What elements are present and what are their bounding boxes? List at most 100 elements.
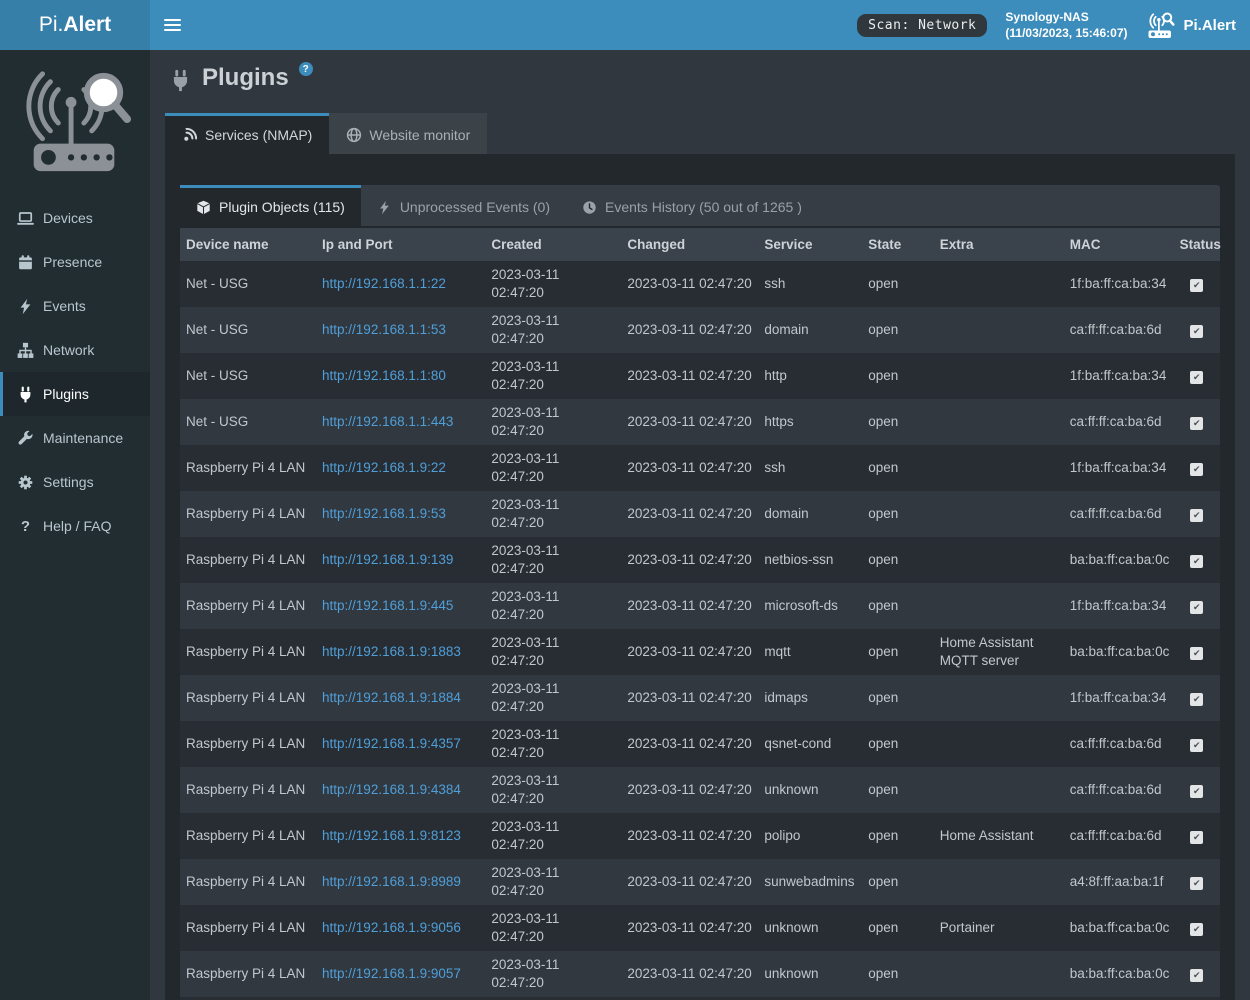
status-cell: ✔ <box>1174 491 1220 537</box>
status-checkbox[interactable]: ✔ <box>1190 693 1203 706</box>
ip-port-link[interactable]: http://192.168.1.9:4357 <box>322 736 461 751</box>
status-checkbox[interactable]: ✔ <box>1190 923 1203 936</box>
tab-events-history[interactable]: Events History (50 out of 1265 ) <box>566 185 818 226</box>
created-cell: 2023-03-11 02:47:20 <box>485 813 621 859</box>
extra-cell <box>934 675 1064 721</box>
device-name-cell: Raspberry Pi 4 LAN <box>180 583 316 629</box>
created-cell: 2023-03-11 02:47:20 <box>485 583 621 629</box>
status-checkbox[interactable]: ✔ <box>1190 371 1203 384</box>
column-header-created[interactable]: Created <box>485 228 621 261</box>
status-checkbox[interactable]: ✔ <box>1190 325 1203 338</box>
tab-website-monitor[interactable]: Website monitor <box>329 113 487 154</box>
cube-icon <box>196 200 211 215</box>
ip-port-link[interactable]: http://192.168.1.9:4384 <box>322 782 461 797</box>
sidebar-item-presence[interactable]: Presence <box>0 240 150 284</box>
status-checkbox[interactable]: ✔ <box>1190 647 1203 660</box>
tab-label: Services (NMAP) <box>205 127 312 143</box>
changed-cell: 2023-03-11 02:47:20 <box>621 951 758 997</box>
status-checkbox[interactable]: ✔ <box>1190 601 1203 614</box>
column-header-state[interactable]: State <box>862 228 934 261</box>
plugin-tabs: Services (NMAP) Website monitor <box>165 113 1235 154</box>
navbar-brand[interactable]: Pi.Alert <box>1145 11 1236 39</box>
device-name-cell: Raspberry Pi 4 LAN <box>180 905 316 951</box>
changed-cell: 2023-03-11 02:47:20 <box>621 445 758 491</box>
sidebar-item-plugins[interactable]: Plugins <box>0 372 150 416</box>
ip-port-cell: http://192.168.1.1:443 <box>316 399 485 445</box>
ip-port-link[interactable]: http://192.168.1.9:8123 <box>322 828 461 843</box>
state-cell: open <box>862 767 934 813</box>
ip-port-link[interactable]: http://192.168.1.9:1883 <box>322 644 461 659</box>
status-checkbox[interactable]: ✔ <box>1190 739 1203 752</box>
ip-port-link[interactable]: http://192.168.1.9:8989 <box>322 874 461 889</box>
ip-port-cell: http://192.168.1.9:4384 <box>316 767 485 813</box>
column-header-mac[interactable]: MAC <box>1064 228 1174 261</box>
status-checkbox[interactable]: ✔ <box>1190 969 1203 982</box>
sidebar-item-settings[interactable]: Settings <box>0 460 150 504</box>
tab-services-nmap[interactable]: Services (NMAP) <box>165 113 329 154</box>
sidebar-item-events[interactable]: Events <box>0 284 150 328</box>
ip-port-link[interactable]: http://192.168.1.9:22 <box>322 460 446 475</box>
mac-cell: ba:ba:ff:ca:ba:0c <box>1064 537 1174 583</box>
column-header-ip-port[interactable]: Ip and Port <box>316 228 485 261</box>
table-row: Raspberry Pi 4 LAN http://192.168.1.9:445… <box>180 583 1220 629</box>
ip-port-link[interactable]: http://192.168.1.1:22 <box>322 276 446 291</box>
tab-plugin-objects[interactable]: Plugin Objects (115) <box>180 185 361 226</box>
status-checkbox[interactable]: ✔ <box>1190 555 1203 568</box>
status-checkbox[interactable]: ✔ <box>1190 279 1203 292</box>
mac-cell: ba:ba:ff:ca:ba:0c <box>1064 629 1174 675</box>
sidebar-item-maintenance[interactable]: Maintenance <box>0 416 150 460</box>
ip-port-link[interactable]: http://192.168.1.9:139 <box>322 552 453 567</box>
top-bar: Pi.Alert Scan: Network Synology-NAS (11/… <box>0 0 1250 50</box>
tab-label: Unprocessed Events (0) <box>400 199 550 215</box>
extra-cell <box>934 859 1064 905</box>
status-cell: ✔ <box>1174 675 1220 721</box>
sidebar-item-devices[interactable]: Devices <box>0 196 150 240</box>
column-header-extra[interactable]: Extra <box>934 228 1064 261</box>
ip-port-link[interactable]: http://192.168.1.9:9057 <box>322 966 461 981</box>
ip-port-cell: http://192.168.1.9:1884 <box>316 675 485 721</box>
app-window: Devices Presence Events Network <box>0 0 1250 1000</box>
status-checkbox[interactable]: ✔ <box>1190 417 1203 430</box>
ip-port-link[interactable]: http://192.168.1.9:1884 <box>322 690 461 705</box>
app-logo[interactable]: Pi.Alert <box>0 0 150 50</box>
device-name-cell: Net - USG <box>180 307 316 353</box>
sidebar-item-network[interactable]: Network <box>0 328 150 372</box>
column-header-service[interactable]: Service <box>758 228 862 261</box>
status-checkbox[interactable]: ✔ <box>1190 463 1203 476</box>
status-checkbox[interactable]: ✔ <box>1190 785 1203 798</box>
device-name-cell: Net - USG <box>180 261 316 307</box>
status-cell: ✔ <box>1174 399 1220 445</box>
ip-port-link[interactable]: http://192.168.1.9:9056 <box>322 920 461 935</box>
status-checkbox[interactable]: ✔ <box>1190 509 1203 522</box>
ip-port-link[interactable]: http://192.168.1.1:53 <box>322 322 446 337</box>
table-row: Raspberry Pi 4 LANhttp://192.168.1.9:898… <box>180 859 1220 905</box>
column-header-device[interactable]: Device name <box>180 228 316 261</box>
changed-cell: 2023-03-11 02:47:20 <box>621 353 758 399</box>
tab-label: Website monitor <box>369 127 470 143</box>
service-cell: qsnet-cond <box>758 721 862 767</box>
host-time-block: Synology-NAS (11/03/2023, 15:46:07) <box>1005 9 1127 41</box>
status-checkbox[interactable]: ✔ <box>1190 831 1203 844</box>
service-cell: ssh <box>758 445 862 491</box>
ip-port-link[interactable]: http://192.168.1.9:445 <box>322 598 453 613</box>
state-cell: open <box>862 675 934 721</box>
status-checkbox[interactable]: ✔ <box>1190 877 1203 890</box>
sidebar-toggle-button[interactable] <box>150 0 195 50</box>
ip-port-link[interactable]: http://192.168.1.1:443 <box>322 414 453 429</box>
ip-port-link[interactable]: http://192.168.1.1:80 <box>322 368 446 383</box>
sidebar-item-help[interactable]: ? Help / FAQ <box>0 504 150 548</box>
extra-cell: Home Assistant <box>934 813 1064 859</box>
device-name-cell: Raspberry Pi 4 LAN <box>180 629 316 675</box>
sidebar: Devices Presence Events Network <box>0 50 150 1000</box>
tab-unprocessed-events[interactable]: Unprocessed Events (0) <box>361 185 566 226</box>
table-row: Net - USGhttp://192.168.1.1:532023-03-11… <box>180 307 1220 353</box>
mac-cell: 1f:ba:ff:ca:ba:34 <box>1064 675 1174 721</box>
help-link-badge[interactable]: ? <box>299 62 313 76</box>
bolt-icon <box>377 200 392 215</box>
column-header-status[interactable]: Status <box>1174 228 1220 261</box>
ip-port-link[interactable]: http://192.168.1.9:53 <box>322 506 446 521</box>
ip-port-cell: http://192.168.1.9:8989 <box>316 859 485 905</box>
device-name-cell: Raspberry Pi 4 LAN <box>180 675 316 721</box>
brand-label: Pi.Alert <box>1183 17 1236 34</box>
column-header-changed[interactable]: Changed <box>621 228 758 261</box>
